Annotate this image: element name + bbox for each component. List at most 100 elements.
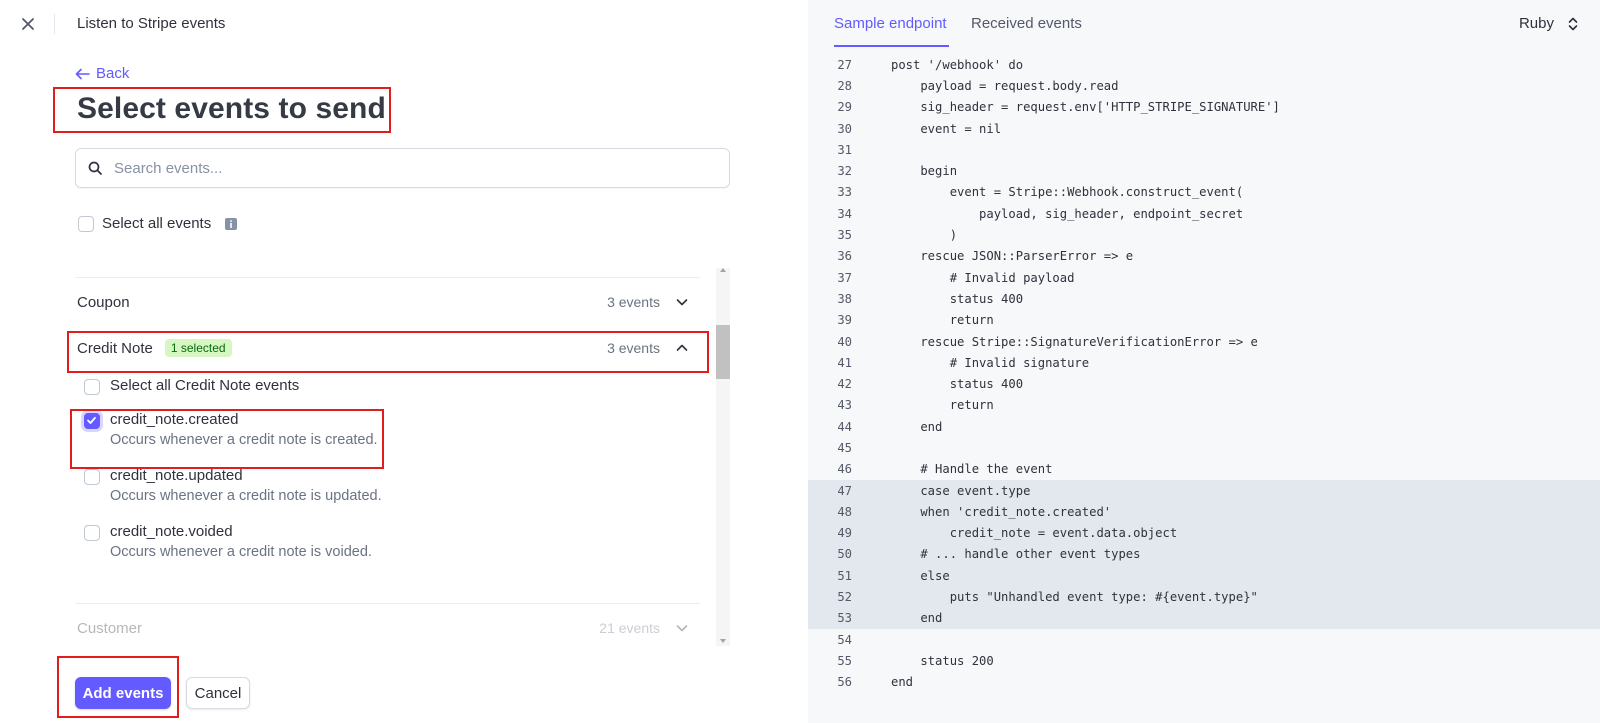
code-text: rescue JSON::ParserError => e xyxy=(891,249,1134,264)
line-number: 50 xyxy=(837,547,852,562)
event-description: Occurs whenever a credit note is voided. xyxy=(110,544,372,560)
code-line: 56 end xyxy=(808,672,1600,693)
tab-received-events[interactable]: Received events xyxy=(971,15,1082,32)
scroll-down-icon[interactable] xyxy=(720,639,726,643)
code-text: event = Stripe::Webhook.construct_event( xyxy=(891,185,1244,200)
line-number: 36 xyxy=(837,249,852,264)
code-text: # Handle the event xyxy=(891,462,1053,477)
line-number: 43 xyxy=(837,398,852,413)
checkbox[interactable] xyxy=(84,469,100,485)
code-text: # Invalid signature xyxy=(891,355,1090,370)
code-line: 44 end xyxy=(808,416,1600,437)
code-text: puts "Unhandled event type: #{event.type… xyxy=(891,590,1258,605)
tab-sample-endpoint[interactable]: Sample endpoint xyxy=(834,15,947,32)
line-number: 56 xyxy=(837,675,852,690)
line-number: 54 xyxy=(837,632,852,647)
select-all-credit-note[interactable]: Select all Credit Note events xyxy=(84,377,299,395)
chevron-down-icon xyxy=(676,299,688,306)
line-number: 32 xyxy=(837,164,852,179)
search-field[interactable] xyxy=(75,148,730,188)
line-number: 38 xyxy=(837,291,852,306)
line-number: 51 xyxy=(837,568,852,583)
cancel-button[interactable]: Cancel xyxy=(186,677,250,709)
event-credit-note-voided[interactable]: credit_note.voided Occurs whenever a cre… xyxy=(84,523,372,560)
code-text: event = nil xyxy=(891,121,1002,136)
code-text: sig_header = request.env['HTTP_STRIPE_SI… xyxy=(891,100,1280,115)
chevron-updown-icon xyxy=(1568,17,1578,30)
line-number: 28 xyxy=(837,78,852,93)
close-icon[interactable] xyxy=(18,14,38,34)
code-sample-panel: Sample endpoint Received events Ruby 27 p… xyxy=(808,0,1600,723)
back-link[interactable]: Back xyxy=(75,65,129,82)
code-text: # ... handle other event types xyxy=(891,547,1141,562)
group-name: Coupon xyxy=(77,293,130,311)
scroll-up-icon[interactable] xyxy=(720,268,726,272)
group-customer[interactable]: Customer 21 events xyxy=(77,608,702,648)
code-line: 49 credit_note = event.data.object xyxy=(808,522,1600,544)
line-number: 30 xyxy=(837,121,852,136)
event-credit-note-updated[interactable]: credit_note.updated Occurs whenever a cr… xyxy=(84,467,382,504)
code-line: 36 rescue JSON::ParserError => e xyxy=(808,246,1600,267)
line-number: 49 xyxy=(837,526,852,541)
code-text: return xyxy=(891,313,994,328)
code-text: else xyxy=(891,568,950,583)
code-line: 40 rescue Stripe::SignatureVerificationE… xyxy=(808,331,1600,352)
group-coupon[interactable]: Coupon 3 events xyxy=(77,282,702,322)
code-line: 33 event = Stripe::Webhook.construct_eve… xyxy=(808,182,1600,203)
annotation-highlight-created xyxy=(70,409,384,469)
annotation-highlight-add xyxy=(57,656,179,718)
checkbox[interactable] xyxy=(84,525,100,541)
code-text: post '/webhook' do xyxy=(891,57,1024,72)
group-count: 3 events xyxy=(607,294,660,310)
divider xyxy=(75,277,700,278)
line-number: 31 xyxy=(837,142,852,157)
event-selection-panel: Listen to Stripe events Back Select even… xyxy=(0,0,808,723)
code-text: begin xyxy=(891,164,958,179)
line-number: 27 xyxy=(837,57,852,72)
code-line: 30 event = nil xyxy=(808,118,1600,139)
code-text: # Invalid payload xyxy=(891,270,1075,285)
checkbox[interactable] xyxy=(84,379,100,395)
event-name: credit_note.voided xyxy=(110,523,233,540)
code-text: credit_note = event.data.object xyxy=(891,526,1178,541)
line-number: 41 xyxy=(837,355,852,370)
select-all-checkbox[interactable] xyxy=(78,215,94,232)
info-icon[interactable] xyxy=(225,217,238,230)
code-text: case event.type xyxy=(891,483,1031,498)
back-label: Back xyxy=(96,65,130,82)
line-number: 29 xyxy=(837,100,852,115)
line-number: 47 xyxy=(837,483,852,498)
code-line: 55 status 200 xyxy=(808,650,1600,671)
annotation-highlight-credit-note xyxy=(67,331,709,373)
code-line: 54 xyxy=(808,629,1600,650)
code-line: 46 # Handle the event xyxy=(808,459,1600,480)
code-line: 45 xyxy=(808,437,1600,458)
line-number: 37 xyxy=(837,270,852,285)
code-text: when 'credit_note.created' xyxy=(891,504,1112,519)
code-line: 29 sig_header = request.env['HTTP_STRIPE… xyxy=(808,97,1600,118)
code-line: 53 end xyxy=(808,607,1600,630)
search-input[interactable] xyxy=(114,159,694,177)
language-select[interactable]: Ruby xyxy=(1519,15,1578,32)
scrollbar-thumb[interactable] xyxy=(716,325,730,379)
line-number: 46 xyxy=(837,462,852,477)
panel-title: Listen to Stripe events xyxy=(77,15,226,32)
select-all-events[interactable]: Select all events xyxy=(78,215,238,232)
code-text: return xyxy=(891,398,994,413)
code-line: 32 begin xyxy=(808,160,1600,181)
code-line: 28 payload = request.body.read xyxy=(808,75,1600,96)
arrow-left-icon xyxy=(75,68,90,79)
code-block: 27 post '/webhook' do 28 payload = request… xyxy=(808,54,1600,693)
code-line: 38 status 400 xyxy=(808,288,1600,309)
code-text: status 200 xyxy=(891,653,994,668)
code-line: 41 # Invalid signature xyxy=(808,352,1600,373)
search-icon xyxy=(88,161,102,175)
panel-header: Listen to Stripe events xyxy=(0,0,808,48)
chevron-down-icon xyxy=(676,625,688,632)
line-number: 44 xyxy=(837,419,852,434)
code-text: payload = request.body.read xyxy=(891,78,1119,93)
line-number: 35 xyxy=(837,228,852,243)
code-text: end xyxy=(891,611,943,626)
event-label: Select all Credit Note events xyxy=(110,377,300,394)
code-line: 50 # ... handle other event types xyxy=(808,543,1600,566)
